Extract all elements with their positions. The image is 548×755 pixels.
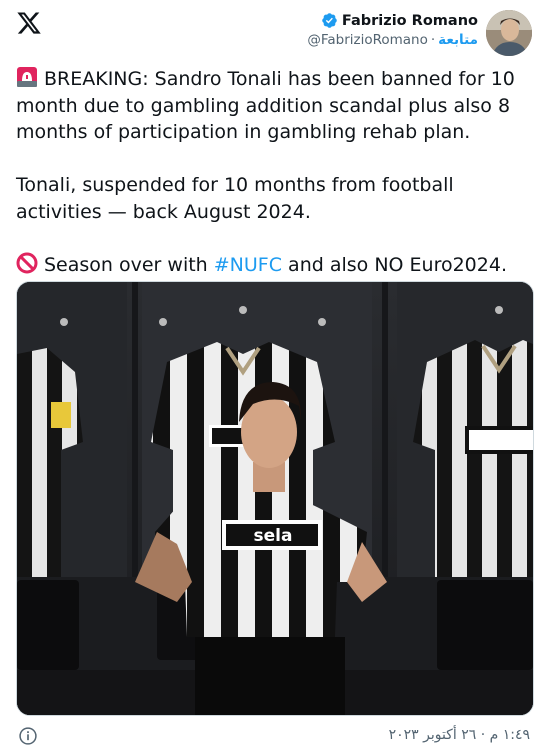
tweet-media-photo[interactable]: sela xyxy=(16,281,534,716)
tweet-line-3-pre: Season over with xyxy=(44,253,214,276)
avatar[interactable] xyxy=(486,10,532,56)
tweet-paragraph-2: Tonali, suspended for 10 months from foo… xyxy=(16,172,532,225)
tweet-text: BREAKING: Sandro Tonali has been banned … xyxy=(16,66,532,278)
author-handle[interactable]: @FabrizioRomano xyxy=(307,32,428,48)
author-name[interactable]: Fabrizio Romano xyxy=(342,13,478,29)
hashtag-link[interactable]: #NUFC xyxy=(214,254,282,276)
tweet-header: Fabrizio Romano @FabrizioRomano · متابعة xyxy=(0,0,548,64)
follow-button[interactable]: متابعة xyxy=(438,32,478,48)
tweet-paragraph-1: BREAKING: Sandro Tonali has been banned … xyxy=(16,66,532,146)
x-logo-icon[interactable] xyxy=(16,10,42,36)
name-row: Fabrizio Romano xyxy=(307,12,478,29)
no-entry-icon xyxy=(16,252,38,273)
tweet-footer: ١:٤٩ م · ٢٦ أكتوبر ٢٠٢٣ xyxy=(0,718,548,755)
siren-icon xyxy=(17,67,37,87)
tweet-line-3-post: and also NO Euro2024. xyxy=(282,253,507,276)
author-block: Fabrizio Romano @FabrizioRomano · متابعة xyxy=(307,10,532,60)
tweet-paragraph-3: Season over with #NUFC and also NO Euro2… xyxy=(16,252,532,279)
verified-badge-icon xyxy=(322,13,337,28)
locker-room-photo: sela xyxy=(17,282,533,715)
sponsor-logo: sela xyxy=(254,526,293,546)
author-info: Fabrizio Romano @FabrizioRomano · متابعة xyxy=(307,12,478,49)
tweet-line-1: BREAKING: Sandro Tonali has been banned … xyxy=(16,68,515,143)
tweet-timestamp[interactable]: ١:٤٩ م · ٢٦ أكتوبر ٢٠٢٣ xyxy=(389,727,530,743)
info-icon[interactable] xyxy=(18,726,38,746)
handle-row: @FabrizioRomano · متابعة xyxy=(307,32,478,48)
tweet-line-2: Tonali, suspended for 10 months from foo… xyxy=(16,174,454,223)
separator-dot: · xyxy=(430,32,436,48)
